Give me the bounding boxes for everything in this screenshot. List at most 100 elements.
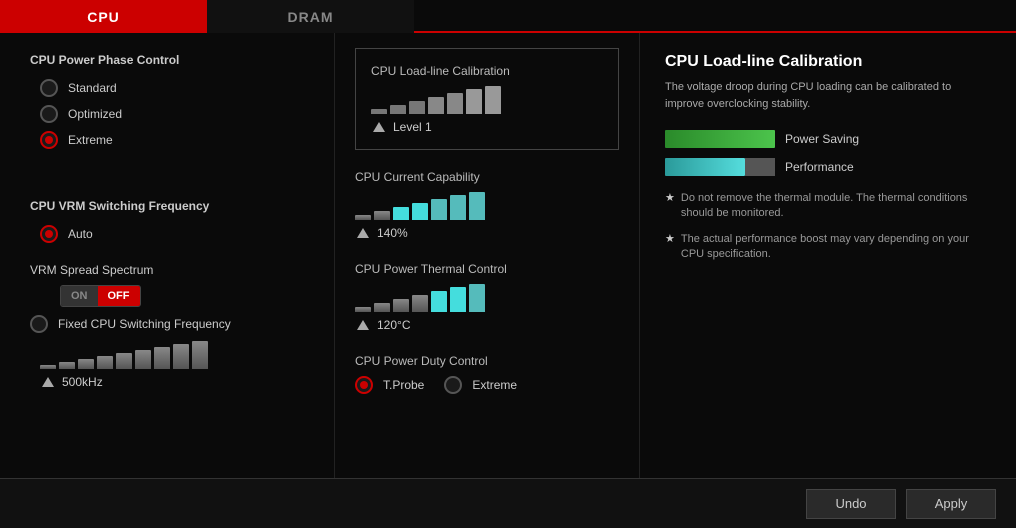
stair-6 [135, 350, 151, 369]
calibration-thumb-row: Level 1 [371, 120, 603, 134]
th-stair-3 [393, 299, 409, 312]
calibration-title: CPU Load-line Calibration [371, 64, 603, 78]
cc-stair-3 [393, 207, 409, 220]
radio-circle-duty-extreme [444, 376, 462, 394]
radio-dot-auto [45, 230, 53, 238]
fixed-freq-thumb-row: 500kHz [40, 375, 304, 389]
cc-stair-1 [355, 215, 371, 220]
tab-dram[interactable]: DRAM [207, 0, 414, 33]
right-panel: CPU Load-line Calibration The voltage dr… [640, 33, 1016, 478]
th-stair-1 [355, 307, 371, 312]
legend-bar-green [665, 130, 775, 148]
legend-power-saving: Power Saving [665, 130, 991, 148]
th-stair-5 [431, 291, 447, 312]
fixed-freq-slider-container: 500kHz [40, 341, 304, 389]
radio-extreme[interactable]: Extreme [40, 131, 304, 149]
stair-8 [173, 344, 189, 369]
radio-auto[interactable]: Auto [40, 225, 304, 243]
current-cap-thumb-row: 140% [355, 226, 619, 240]
duty-radio-row: T.Probe Extreme [355, 376, 619, 394]
calibration-level: Level 1 [393, 120, 432, 134]
duty-section: CPU Power Duty Control T.Probe Extreme [355, 354, 619, 394]
note-1: ★ Do not remove the thermal module. The … [665, 191, 991, 222]
legend-bar-cyan [665, 158, 745, 176]
fixed-freq-thumb[interactable] [42, 377, 54, 387]
toggle-on[interactable]: ON [61, 286, 98, 306]
stair-4 [97, 356, 113, 369]
stair-1 [40, 365, 56, 369]
note-text-1: Do not remove the thermal module. The th… [681, 191, 991, 222]
apply-button[interactable]: Apply [906, 489, 996, 519]
vrm-options: Auto [40, 225, 304, 243]
note-2: ★ The actual performance boost may vary … [665, 232, 991, 263]
th-stair-7 [469, 284, 485, 312]
stair-5 [116, 353, 132, 369]
cc-stair-2 [374, 211, 390, 220]
thermal-title: CPU Power Thermal Control [355, 262, 619, 276]
radio-dot-tprobe [360, 381, 368, 389]
fixed-freq-row: Fixed CPU Switching Frequency [30, 315, 304, 333]
left-panel: CPU Power Phase Control Standard Optimiz… [0, 33, 335, 478]
right-title: CPU Load-line Calibration [665, 53, 991, 71]
vrm-spread-label: VRM Spread Spectrum [30, 263, 304, 277]
radio-circle-standard [40, 79, 58, 97]
radio-label-auto: Auto [68, 227, 93, 241]
radio-label-extreme: Extreme [68, 133, 113, 147]
radio-label-duty-extreme: Extreme [472, 378, 517, 392]
tab-bar: CPU DRAM [0, 0, 1016, 33]
vrm-spread-toggle[interactable]: ON OFF [60, 285, 141, 307]
duty-tprobe[interactable]: T.Probe [355, 376, 424, 394]
power-phase-title: CPU Power Phase Control [30, 53, 304, 67]
current-cap-staircase [355, 192, 619, 220]
duty-title: CPU Power Duty Control [355, 354, 619, 368]
radio-circle-fixed[interactable] [30, 315, 48, 333]
cal-stair-5 [447, 93, 463, 114]
current-cap-section: CPU Current Capability 140% [355, 170, 619, 240]
radio-label-tprobe: T.Probe [383, 378, 424, 392]
th-stair-6 [450, 287, 466, 312]
current-cap-thumb[interactable] [357, 228, 369, 238]
thermal-staircase [355, 284, 619, 312]
cal-stair-2 [390, 105, 406, 114]
stair-3 [78, 359, 94, 369]
duty-extreme[interactable]: Extreme [444, 376, 517, 394]
cc-stair-7 [469, 192, 485, 220]
current-cap-value: 140% [377, 226, 408, 240]
middle-panel: CPU Load-line Calibration Level 1 CPU Cu… [335, 33, 640, 478]
tab-cpu[interactable]: CPU [0, 0, 207, 33]
thermal-thumb-row: 120°C [355, 318, 619, 332]
cal-stair-4 [428, 97, 444, 114]
legend-performance: Performance [665, 158, 991, 176]
vrm-spread-toggle-container: ON OFF [60, 285, 304, 307]
radio-circle-optimized [40, 105, 58, 123]
legend-label-performance: Performance [785, 160, 854, 174]
thermal-thumb[interactable] [357, 320, 369, 330]
radio-label-optimized: Optimized [68, 107, 122, 121]
radio-optimized[interactable]: Optimized [40, 105, 304, 123]
stair-7 [154, 347, 170, 369]
th-stair-2 [374, 303, 390, 312]
cal-stair-7 [485, 86, 501, 114]
star-icon-1: ★ [665, 191, 675, 222]
notes-section: ★ Do not remove the thermal module. The … [665, 191, 991, 263]
undo-button[interactable]: Undo [806, 489, 896, 519]
power-phase-options: Standard Optimized Extreme [40, 79, 304, 149]
vrm-switching-title: CPU VRM Switching Frequency [30, 199, 304, 213]
legend-bar-gray [745, 158, 775, 176]
fixed-freq-value: 500kHz [62, 375, 103, 389]
radio-standard[interactable]: Standard [40, 79, 304, 97]
cal-stair-3 [409, 101, 425, 114]
cal-stair-1 [371, 109, 387, 114]
calibration-thumb[interactable] [373, 122, 385, 132]
cc-stair-5 [431, 199, 447, 220]
bottom-bar: Undo Apply [0, 478, 1016, 528]
toggle-off[interactable]: OFF [98, 286, 140, 306]
main-content: CPU Power Phase Control Standard Optimiz… [0, 33, 1016, 478]
radio-dot-extreme [45, 136, 53, 144]
cal-stair-6 [466, 89, 482, 114]
radio-circle-auto [40, 225, 58, 243]
cc-stair-4 [412, 203, 428, 220]
legend-label-power-saving: Power Saving [785, 132, 859, 146]
thermal-section: CPU Power Thermal Control 120°C [355, 262, 619, 332]
radio-label-standard: Standard [68, 81, 117, 95]
